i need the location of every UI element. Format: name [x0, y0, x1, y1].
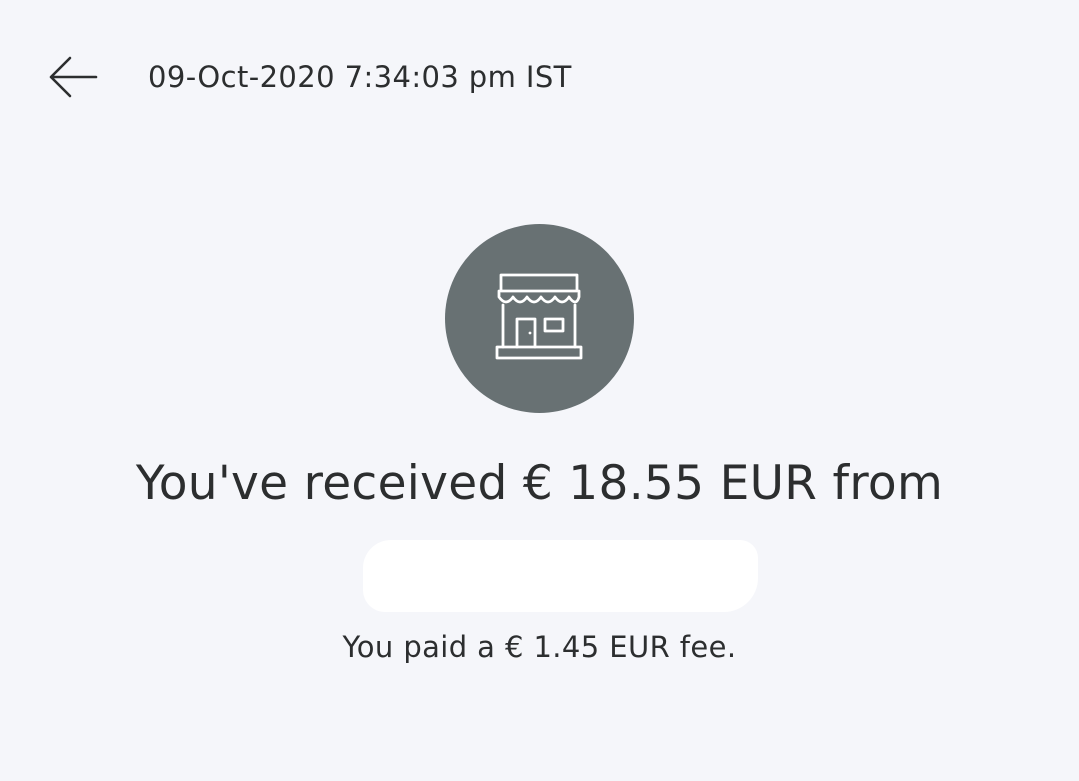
transaction-detail-screen: 09-Oct-2020 7:34:03 pm IST You've receiv	[0, 0, 1079, 781]
arrow-left-icon	[49, 56, 98, 98]
fee-summary: You paid a € 1.45 EUR fee.	[342, 630, 737, 664]
back-button[interactable]	[40, 48, 106, 106]
merchant-avatar	[445, 224, 634, 413]
transaction-timestamp: 09-Oct-2020 7:34:03 pm IST	[148, 60, 572, 94]
received-amount-headline: You've received € 18.55 EUR from	[135, 456, 944, 511]
sender-name-redacted	[363, 540, 758, 612]
storefront-icon	[495, 273, 582, 359]
